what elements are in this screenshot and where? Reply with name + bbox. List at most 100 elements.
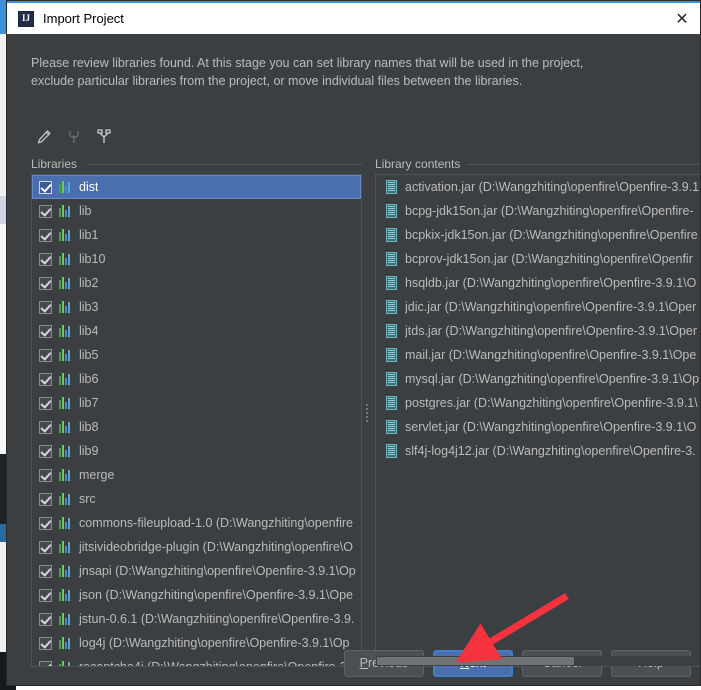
- library-row[interactable]: json (D:\Wangzhiting\openfire\Openfire-3…: [32, 583, 361, 607]
- library-row-label: lib1: [79, 228, 99, 242]
- library-content-row[interactable]: postgres.jar (D:\Wangzhiting\openfire\Op…: [376, 391, 700, 415]
- library-row[interactable]: lib2: [32, 271, 361, 295]
- library-row-label: lib7: [79, 396, 99, 410]
- library-icon: [59, 325, 72, 337]
- library-checkbox[interactable]: [39, 420, 52, 434]
- library-icon: [59, 589, 72, 601]
- merge-libraries-button: [61, 124, 87, 150]
- library-checkbox[interactable]: [39, 516, 52, 530]
- library-content-row[interactable]: jtds.jar (D:\Wangzhiting\openfire\Openfi…: [376, 319, 700, 343]
- library-row[interactable]: merge: [32, 463, 361, 487]
- dialog-description: Please review libraries found. At this s…: [31, 54, 671, 90]
- library-checkbox[interactable]: [39, 372, 52, 386]
- library-content-row[interactable]: hsqldb.jar (D:\Wangzhiting\openfire\Open…: [376, 271, 700, 295]
- library-content-row[interactable]: jdic.jar (D:\Wangzhiting\openfire\Openfi…: [376, 295, 700, 319]
- library-row[interactable]: lib9: [32, 439, 361, 463]
- scrollbar-thumb[interactable]: [377, 657, 574, 665]
- library-content-row[interactable]: mysql.jar (D:\Wangzhiting\openfire\Openf…: [376, 367, 700, 391]
- library-checkbox[interactable]: [39, 180, 52, 194]
- library-content-row[interactable]: servlet.jar (D:\Wangzhiting\openfire\Ope…: [376, 415, 700, 439]
- library-checkbox[interactable]: [39, 252, 52, 266]
- library-contents-list[interactable]: activation.jar (D:\Wangzhiting\openfire\…: [375, 174, 700, 667]
- library-row[interactable]: lib: [32, 199, 361, 223]
- description-line-1: Please review libraries found. At this s…: [31, 56, 584, 70]
- split-library-button[interactable]: [91, 124, 117, 150]
- library-row[interactable]: dist: [32, 175, 361, 199]
- library-checkbox[interactable]: [39, 204, 52, 218]
- library-icon: [59, 445, 72, 457]
- library-row-label: lib3: [79, 300, 99, 314]
- rename-library-button[interactable]: [31, 124, 57, 150]
- library-row[interactable]: lib1: [32, 223, 361, 247]
- library-checkbox[interactable]: [39, 612, 52, 626]
- library-content-row[interactable]: bcpg-jdk15on.jar (D:\Wangzhiting\openfir…: [376, 199, 700, 223]
- library-row[interactable]: lib4: [32, 319, 361, 343]
- libraries-panel-rule: [87, 164, 362, 165]
- library-row-label: commons-fileupload-1.0 (D:\Wangzhiting\o…: [79, 516, 353, 530]
- library-checkbox[interactable]: [39, 540, 52, 554]
- library-row[interactable]: jitsivideobridge-plugin (D:\Wangzhiting\…: [32, 535, 361, 559]
- library-row-label: lib4: [79, 324, 99, 338]
- library-checkbox[interactable]: [39, 588, 52, 602]
- library-row[interactable]: jnsapi (D:\Wangzhiting\openfire\Openfire…: [32, 559, 361, 583]
- library-content-row[interactable]: slf4j-log4j12.jar (D:\Wangzhiting\openfi…: [376, 439, 700, 463]
- library-checkbox[interactable]: [39, 444, 52, 458]
- jar-file-icon: [386, 348, 397, 362]
- library-checkbox[interactable]: [39, 276, 52, 290]
- jar-file-icon: [386, 396, 397, 410]
- library-contents-horizontal-scrollbar[interactable]: [376, 656, 700, 666]
- jar-file-icon: [386, 300, 397, 314]
- library-contents-panel-rule: [452, 164, 700, 165]
- library-row[interactable]: lib8: [32, 415, 361, 439]
- dialog-title: Import Project: [43, 11, 124, 26]
- library-icon: [59, 229, 72, 241]
- library-row-label: jitsivideobridge-plugin (D:\Wangzhiting\…: [79, 540, 353, 554]
- library-row[interactable]: jstun-0.6.1 (D:\Wangzhiting\openfire\Ope…: [32, 607, 361, 631]
- libraries-list[interactable]: dist lib lib1 lib10 lib2 lib3 lib4 lib5 lib6 lib7…: [31, 174, 362, 667]
- library-row[interactable]: lib5: [32, 343, 361, 367]
- library-checkbox[interactable]: [39, 228, 52, 242]
- library-checkbox[interactable]: [39, 348, 52, 362]
- library-row-label: lib6: [79, 372, 99, 386]
- library-row[interactable]: src: [32, 487, 361, 511]
- library-icon: [59, 277, 72, 289]
- library-icon: [59, 349, 72, 361]
- library-content-row-label: postgres.jar (D:\Wangzhiting\openfire\Op…: [405, 396, 698, 410]
- close-icon[interactable]: ✕: [664, 3, 700, 34]
- library-checkbox[interactable]: [39, 468, 52, 482]
- library-icon: [59, 397, 72, 409]
- library-row-label: lib9: [79, 444, 99, 458]
- library-icon: [59, 565, 72, 577]
- library-icon: [59, 613, 72, 625]
- library-row-label: lib5: [79, 348, 99, 362]
- library-row[interactable]: lib7: [32, 391, 361, 415]
- library-icon: [59, 517, 72, 529]
- library-row[interactable]: lib10: [32, 247, 361, 271]
- library-content-row[interactable]: bcpkix-jdk15on.jar (D:\Wangzhiting\openf…: [376, 223, 700, 247]
- dialog-titlebar: IJ Import Project ✕: [7, 1, 700, 34]
- library-content-row-label: jdic.jar (D:\Wangzhiting\openfire\Openfi…: [405, 300, 697, 314]
- library-row[interactable]: lib3: [32, 295, 361, 319]
- library-checkbox[interactable]: [39, 324, 52, 338]
- library-row[interactable]: commons-fileupload-1.0 (D:\Wangzhiting\o…: [32, 511, 361, 535]
- jar-file-icon: [386, 420, 397, 434]
- library-row[interactable]: lib6: [32, 367, 361, 391]
- library-content-row[interactable]: activation.jar (D:\Wangzhiting\openfire\…: [376, 175, 700, 199]
- library-content-row[interactable]: bcprov-jdk15on.jar (D:\Wangzhiting\openf…: [376, 247, 700, 271]
- pencil-icon: [37, 130, 51, 144]
- library-checkbox[interactable]: [39, 396, 52, 410]
- library-checkbox[interactable]: [39, 300, 52, 314]
- library-checkbox[interactable]: [39, 492, 52, 506]
- jar-file-icon: [386, 228, 397, 242]
- jar-file-icon: [386, 180, 397, 194]
- library-content-row-label: mysql.jar (D:\Wangzhiting\openfire\Openf…: [405, 372, 700, 386]
- panel-splitter-handle[interactable]: [364, 402, 370, 424]
- library-content-row-label: servlet.jar (D:\Wangzhiting\openfire\Ope…: [405, 420, 697, 434]
- library-checkbox[interactable]: [39, 564, 52, 578]
- split-icon: [97, 129, 111, 143]
- library-icon: [59, 253, 72, 265]
- library-icon: [59, 421, 72, 433]
- library-content-row[interactable]: mail.jar (D:\Wangzhiting\openfire\Openfi…: [376, 343, 700, 367]
- library-icon: [59, 301, 72, 313]
- libraries-panel-label: Libraries: [31, 157, 84, 171]
